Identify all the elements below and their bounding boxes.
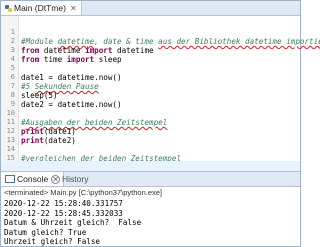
editor-tab-main[interactable]: Main (DtTme) ✕ [1,1,82,15]
console-panel[interactable]: <terminated> Main.py [C:\python37\python… [1,187,300,246]
code-editor[interactable]: 1 #Module datetime, date & time aus der … [1,16,320,190]
console-tab-bar: Console ✕ History [1,171,300,187]
python-file-icon [5,4,12,12]
console-output-line: Datum gleich? True [4,227,87,237]
console-output-line: Datum & Uhrzeit gleich? False [4,218,142,227]
console-output-line: Uhrzeit gleich? False [4,237,101,246]
editor-tab-title: Main (DtTme) [14,3,66,13]
tab-console-label: Console [17,174,49,184]
tab-history-label: History [62,174,89,184]
editor-tab-bar: Main (DtTme) ✕ [1,1,300,16]
ide-window: Main (DtTme) ✕ 1 #Module datetime, date … [0,0,320,247]
code-line-current: 17 print("Uhrzeit gleich?", date1.time()… [1,161,300,190]
console-icon [5,175,15,183]
console-output-line: 2020-12-22 15:28:45.332033 [4,208,123,218]
close-icon[interactable]: ✕ [70,4,77,13]
history-icon [51,174,60,184]
tab-history[interactable]: History [47,172,92,186]
console-output-line: 2020-12-22 15:28:40.331757 [4,199,123,208]
terminated-status: <terminated> Main.py [C:\python37\python… [4,188,163,197]
